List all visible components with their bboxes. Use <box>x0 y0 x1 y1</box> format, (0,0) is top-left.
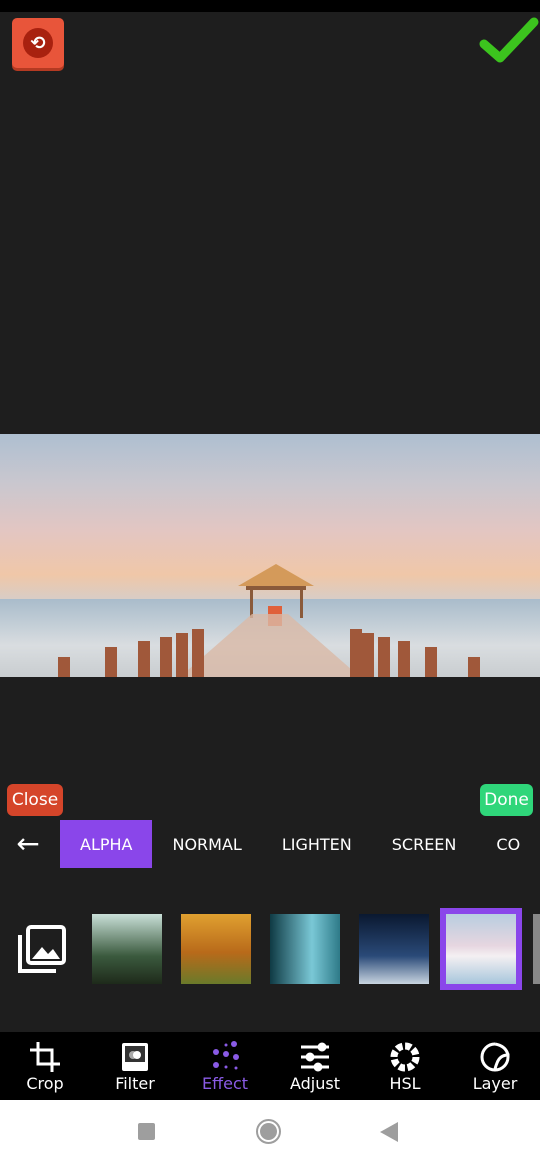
undo-icon: ⟲ <box>23 28 53 58</box>
nav-label: Crop <box>26 1074 64 1093</box>
tab-co[interactable]: CO <box>476 820 540 868</box>
hsl-icon <box>390 1042 420 1072</box>
effect-thumbnail[interactable] <box>92 914 162 984</box>
nav-filter[interactable]: Filter <box>90 1032 180 1100</box>
home-icon[interactable] <box>256 1119 281 1144</box>
nav-label: Layer <box>472 1074 518 1093</box>
edited-photo <box>0 434 540 677</box>
blend-mode-tabs: ALPHA NORMAL LIGHTEN SCREEN CO <box>60 820 540 868</box>
nav-adjust[interactable]: Adjust <box>270 1032 360 1100</box>
nav-crop[interactable]: Crop <box>0 1032 90 1100</box>
undo-button[interactable]: ⟲ <box>12 18 64 68</box>
tab-normal[interactable]: NORMAL <box>152 820 261 868</box>
system-nav-bar <box>0 1100 540 1165</box>
effect-thumbnail-selected[interactable] <box>440 908 522 990</box>
bottom-nav: Crop Filter Effect Adjust HSL Layer <box>0 1032 540 1100</box>
nav-label: HSL <box>389 1074 421 1093</box>
nav-hsl[interactable]: HSL <box>360 1032 450 1100</box>
close-button[interactable]: Close <box>7 784 63 816</box>
recents-icon[interactable] <box>138 1123 155 1140</box>
effect-thumbnail[interactable] <box>533 914 540 984</box>
crop-icon <box>30 1042 60 1072</box>
status-bar <box>0 0 540 12</box>
tab-lighten[interactable]: LIGHTEN <box>262 820 372 868</box>
sliders-icon <box>301 1042 329 1072</box>
back-arrow-icon[interactable]: ← <box>12 828 44 860</box>
effect-thumbnail[interactable] <box>359 914 429 984</box>
nav-effect[interactable]: Effect <box>180 1032 270 1100</box>
nav-label: Effect <box>201 1074 249 1093</box>
sticker-icon <box>480 1042 510 1072</box>
nav-label: Adjust <box>289 1074 340 1093</box>
effect-thumbnail[interactable] <box>270 914 340 984</box>
filter-icon <box>122 1043 148 1071</box>
tab-alpha[interactable]: ALPHA <box>60 820 153 868</box>
done-button[interactable]: Done <box>480 784 533 816</box>
gallery-icon[interactable] <box>18 925 66 973</box>
nav-label: Filter <box>115 1074 155 1093</box>
nav-layer[interactable]: Layer <box>450 1032 540 1100</box>
tab-screen[interactable]: SCREEN <box>372 820 477 868</box>
back-icon[interactable] <box>380 1122 398 1142</box>
effect-thumbnail[interactable] <box>181 914 251 984</box>
effect-icon <box>213 1041 239 1070</box>
checkmark-icon[interactable] <box>478 16 540 68</box>
